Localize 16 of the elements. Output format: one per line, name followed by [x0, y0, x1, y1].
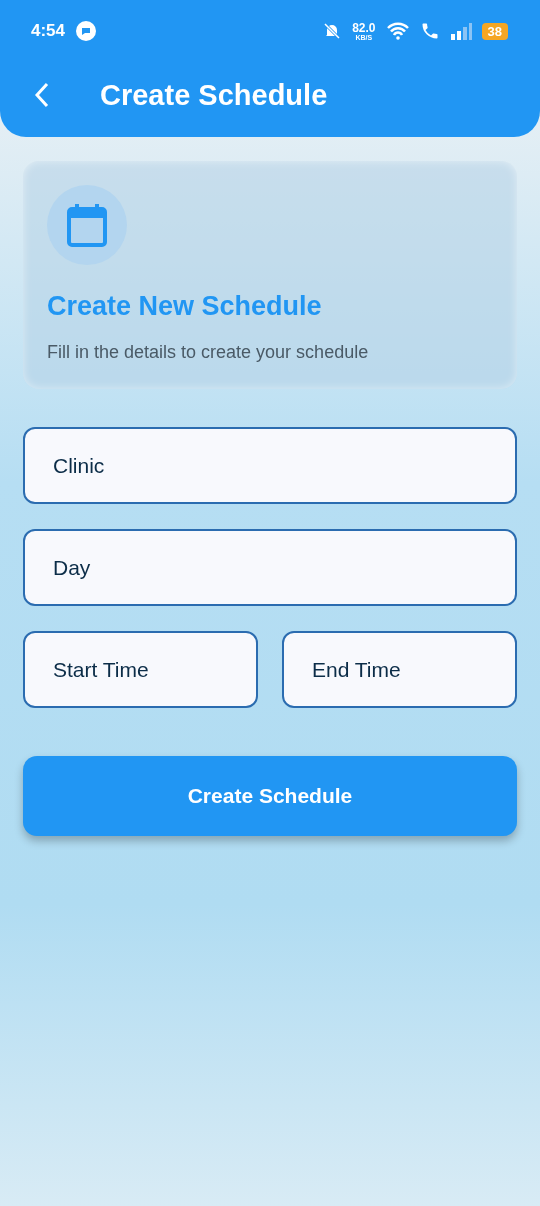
calendar-icon: [67, 203, 107, 247]
time-field[interactable]: End Time: [282, 631, 517, 708]
network-speed: 82.0: [352, 21, 376, 34]
muted-bell-icon: [322, 21, 343, 41]
card-subtitle: Fill in the details to create your schedule: [47, 342, 370, 363]
chat-icon: [75, 20, 98, 42]
create-schedule-button[interactable]: Create Schedule: [23, 756, 517, 836]
input-field[interactable]: Day: [23, 529, 517, 606]
screen-title: Create Schedule: [100, 78, 328, 112]
wifi-icon: [385, 22, 410, 40]
signal-icon: [449, 22, 472, 40]
status-time: 4:54: [31, 21, 66, 41]
battery-indicator: 38: [481, 22, 508, 40]
input-field[interactable]: Clinic: [23, 427, 517, 504]
card-title: Create New Schedule: [47, 291, 323, 322]
time-field[interactable]: Start Time: [23, 631, 258, 708]
